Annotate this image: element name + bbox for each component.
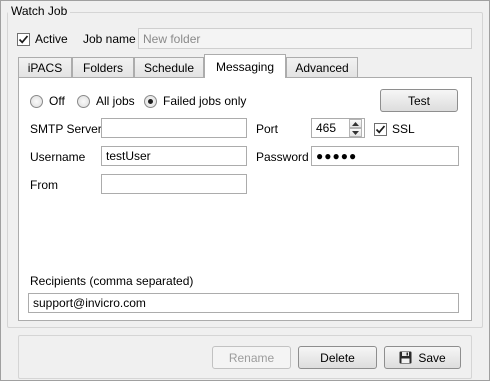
tab-messaging[interactable]: Messaging [204,54,286,78]
tab-folders[interactable]: Folders [72,57,134,77]
check-icon [18,34,29,44]
active-checkbox[interactable] [17,32,30,46]
tab-label: Folders [82,60,123,75]
port-value: 465 [316,121,337,135]
arrow-down-icon [352,130,359,135]
radio-circle[interactable] [30,94,43,108]
radio-off[interactable]: Off [30,94,65,108]
radio-label: All jobs [96,94,135,108]
tab-label: Advanced [295,60,349,75]
radio-circle-selected[interactable] [144,94,157,108]
password-label: Password [256,150,309,164]
tab-schedule[interactable]: Schedule [134,57,204,77]
ssl-checkbox[interactable] [374,122,387,136]
tab-ipacs[interactable]: iPACS [18,57,72,77]
username-label: Username [30,150,86,164]
messaging-panel: Off All jobs Failed jobs only Test SMTP … [18,77,472,321]
group-title: Watch Job [8,4,71,18]
job-name-label: Job name [83,32,136,46]
rename-button[interactable]: Rename [212,346,291,369]
radio-circle[interactable] [77,94,90,108]
ssl-label: SSL [392,122,415,136]
tab-label: iPACS [27,60,63,75]
username-value: testUser [106,149,151,163]
arrow-up-icon [352,121,359,126]
password-value: ●●●●● [316,149,358,163]
recipients-label: Recipients (comma separated) [30,274,194,288]
from-label: From [30,178,58,192]
job-name-input[interactable]: New folder [138,28,472,49]
smtp-server-input[interactable] [101,118,247,138]
rename-button-label: Rename [228,350,275,365]
active-checkbox-row[interactable]: Active [17,32,68,46]
smtp-server-label: SMTP Server [30,122,102,136]
save-button[interactable]: Save [384,346,461,369]
port-spinner[interactable] [349,119,364,137]
radio-dot [148,98,153,104]
recipients-input[interactable]: support@invicro.com [28,293,459,313]
recipients-value: support@invicro.com [33,296,146,310]
radio-label: Failed jobs only [163,94,247,108]
spin-down-button[interactable] [349,128,362,137]
test-button-label: Test [407,93,430,108]
delete-button-label: Delete [320,350,355,365]
check-icon [375,124,386,134]
radio-all-jobs[interactable]: All jobs [77,94,135,108]
password-input[interactable]: ●●●●● [311,146,459,166]
ssl-checkbox-row[interactable]: SSL [374,122,415,136]
radio-failed-jobs-only[interactable]: Failed jobs only [144,94,246,108]
username-input[interactable]: testUser [101,146,247,166]
tab-label: Messaging [215,59,275,74]
tab-label: Schedule [143,60,195,75]
floppy-disk-icon [399,351,412,364]
spin-up-button[interactable] [349,119,362,128]
test-button[interactable]: Test [380,89,458,112]
save-button-label: Save [418,350,446,365]
port-label: Port [256,122,279,136]
tab-advanced[interactable]: Advanced [286,57,358,77]
from-input[interactable] [101,174,247,194]
delete-button[interactable]: Delete [298,346,377,369]
radio-label: Off [49,94,65,108]
job-name-placeholder: New folder [143,31,201,46]
active-label: Active [35,32,68,46]
